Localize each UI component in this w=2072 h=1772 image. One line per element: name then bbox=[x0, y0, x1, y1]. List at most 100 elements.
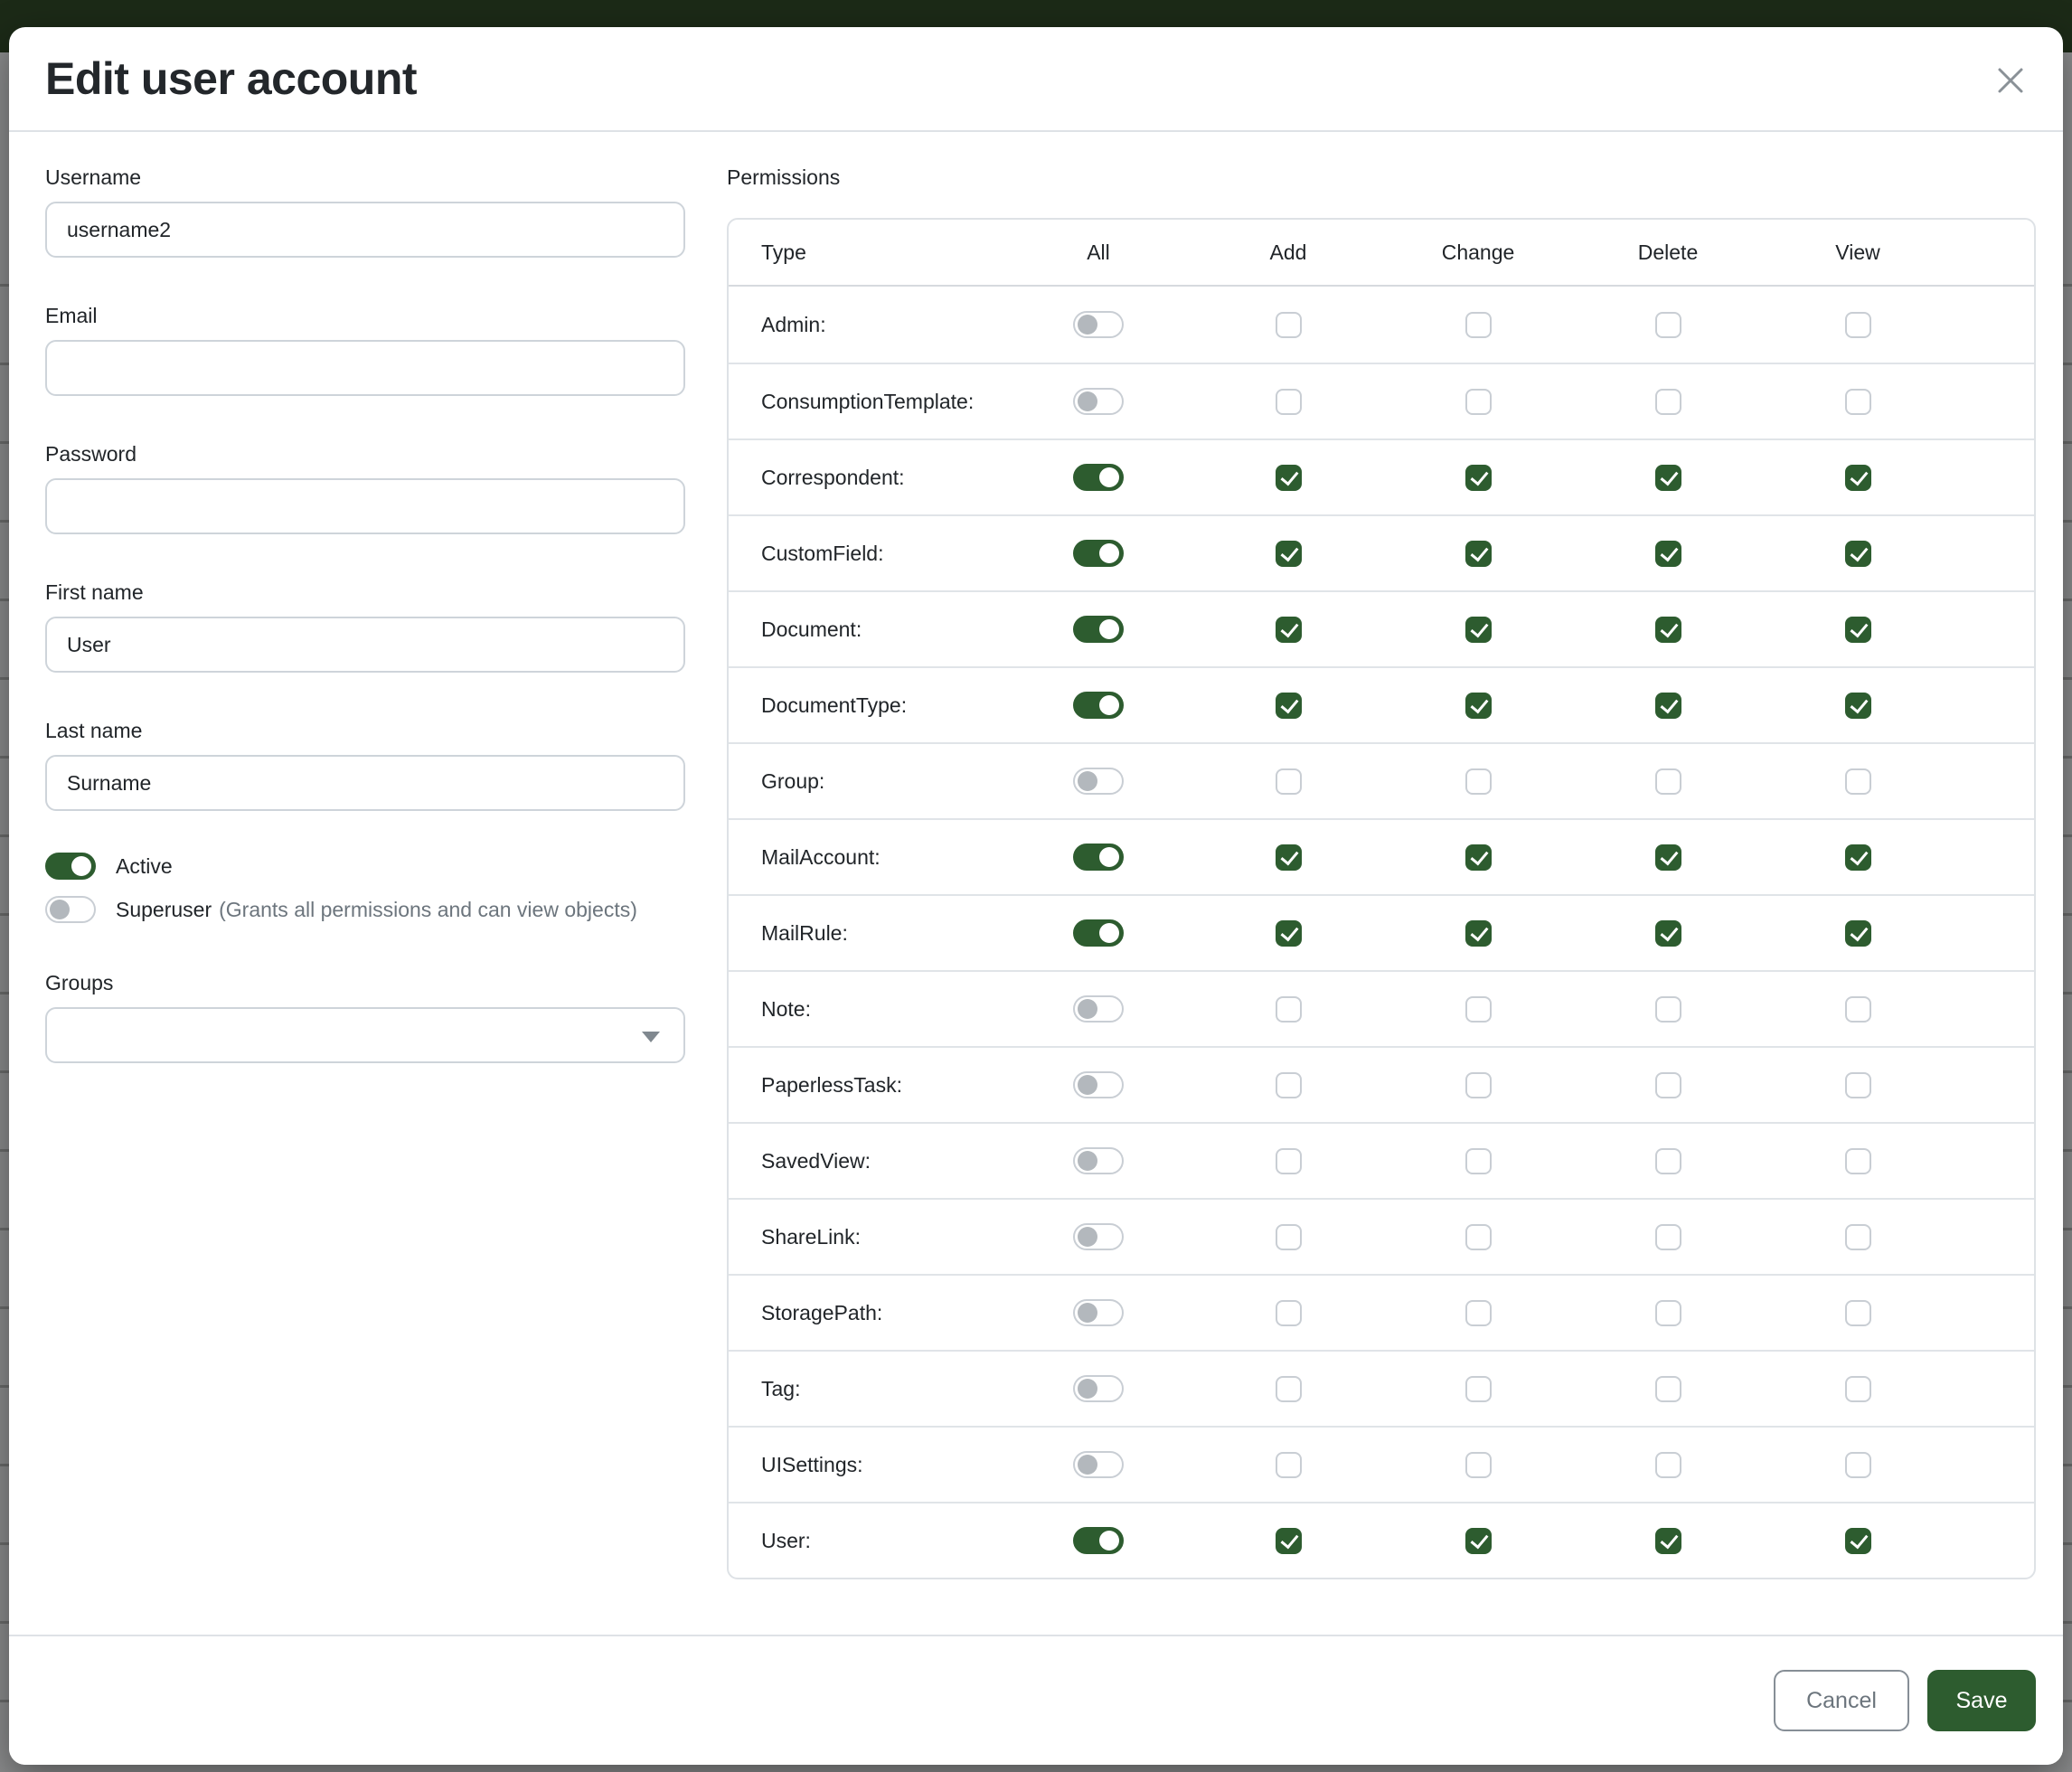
perm-delete-checkbox[interactable] bbox=[1655, 312, 1681, 338]
perm-add-checkbox[interactable] bbox=[1276, 1148, 1302, 1174]
perm-change-checkbox[interactable] bbox=[1465, 1224, 1492, 1250]
perm-change-checkbox[interactable] bbox=[1465, 1148, 1492, 1174]
perm-change-checkbox[interactable] bbox=[1465, 541, 1492, 567]
perm-view-checkbox[interactable] bbox=[1845, 541, 1871, 567]
perm-delete-checkbox[interactable] bbox=[1655, 465, 1681, 491]
perm-add-checkbox[interactable] bbox=[1276, 1528, 1302, 1554]
perm-view-checkbox[interactable] bbox=[1845, 1300, 1871, 1326]
perm-add-checkbox[interactable] bbox=[1276, 1376, 1302, 1402]
perm-view-checkbox[interactable] bbox=[1845, 844, 1871, 871]
perm-add-checkbox[interactable] bbox=[1276, 768, 1302, 795]
perm-change-checkbox[interactable] bbox=[1465, 389, 1492, 415]
superuser-toggle[interactable] bbox=[45, 896, 96, 923]
perm-add-checkbox[interactable] bbox=[1276, 312, 1302, 338]
password-input[interactable] bbox=[45, 478, 685, 534]
toggle-knob bbox=[1099, 1531, 1119, 1550]
perm-all-switch[interactable] bbox=[1073, 1375, 1124, 1402]
perm-change-checkbox[interactable] bbox=[1465, 693, 1492, 719]
perm-all-switch[interactable] bbox=[1073, 1451, 1124, 1478]
perm-delete-checkbox[interactable] bbox=[1655, 1072, 1681, 1098]
table-row: Group: bbox=[729, 742, 2034, 818]
perm-delete-checkbox[interactable] bbox=[1655, 1148, 1681, 1174]
perm-view-checkbox[interactable] bbox=[1845, 920, 1871, 947]
perm-all-switch[interactable] bbox=[1073, 1071, 1124, 1098]
perm-change-checkbox[interactable] bbox=[1465, 617, 1492, 643]
perm-delete-checkbox[interactable] bbox=[1655, 1452, 1681, 1478]
groups-select[interactable] bbox=[45, 1007, 685, 1063]
perm-change-checkbox[interactable] bbox=[1465, 1300, 1492, 1326]
last-name-input[interactable] bbox=[45, 755, 685, 811]
perm-all-switch[interactable] bbox=[1073, 540, 1124, 567]
perm-delete-checkbox[interactable] bbox=[1655, 920, 1681, 947]
perm-add-checkbox[interactable] bbox=[1276, 693, 1302, 719]
perm-all-switch[interactable] bbox=[1073, 844, 1124, 871]
email-input[interactable] bbox=[45, 340, 685, 396]
active-toggle[interactable] bbox=[45, 853, 96, 880]
perm-all-switch[interactable] bbox=[1073, 1299, 1124, 1326]
username-input[interactable] bbox=[45, 202, 685, 258]
perm-add-checkbox[interactable] bbox=[1276, 617, 1302, 643]
perm-view-checkbox[interactable] bbox=[1845, 1072, 1871, 1098]
perm-add-checkbox[interactable] bbox=[1276, 920, 1302, 947]
perm-all-switch[interactable] bbox=[1073, 1223, 1124, 1250]
perm-view-checkbox[interactable] bbox=[1845, 617, 1871, 643]
perm-all-switch[interactable] bbox=[1073, 995, 1124, 1023]
close-button[interactable] bbox=[1987, 58, 2034, 105]
perm-delete-checkbox[interactable] bbox=[1655, 1376, 1681, 1402]
perm-change-checkbox[interactable] bbox=[1465, 1452, 1492, 1478]
first-name-input[interactable] bbox=[45, 617, 685, 673]
perm-change-checkbox[interactable] bbox=[1465, 920, 1492, 947]
perm-change-checkbox[interactable] bbox=[1465, 1072, 1492, 1098]
perm-all-switch[interactable] bbox=[1073, 1147, 1124, 1174]
perm-change-checkbox[interactable] bbox=[1465, 1376, 1492, 1402]
perm-delete-checkbox[interactable] bbox=[1655, 1300, 1681, 1326]
perm-change-checkbox[interactable] bbox=[1465, 1528, 1492, 1554]
perm-view-checkbox[interactable] bbox=[1845, 1528, 1871, 1554]
perm-delete-checkbox[interactable] bbox=[1655, 389, 1681, 415]
perm-change-checkbox[interactable] bbox=[1465, 768, 1492, 795]
perm-view-checkbox[interactable] bbox=[1845, 1376, 1871, 1402]
perm-delete-checkbox[interactable] bbox=[1655, 1224, 1681, 1250]
perm-all-switch[interactable] bbox=[1073, 768, 1124, 795]
perm-view-checkbox[interactable] bbox=[1845, 996, 1871, 1023]
perm-add-checkbox[interactable] bbox=[1276, 541, 1302, 567]
perm-delete-checkbox[interactable] bbox=[1655, 768, 1681, 795]
perm-add-checkbox[interactable] bbox=[1276, 389, 1302, 415]
perm-all-switch[interactable] bbox=[1073, 692, 1124, 719]
perm-add-checkbox[interactable] bbox=[1276, 1300, 1302, 1326]
perm-view-checkbox[interactable] bbox=[1845, 1148, 1871, 1174]
perm-view-checkbox[interactable] bbox=[1845, 1452, 1871, 1478]
perm-view-checkbox[interactable] bbox=[1845, 465, 1871, 491]
perm-add-checkbox[interactable] bbox=[1276, 1452, 1302, 1478]
perm-view-checkbox[interactable] bbox=[1845, 312, 1871, 338]
cancel-button[interactable]: Cancel bbox=[1774, 1670, 1909, 1731]
perm-view-checkbox[interactable] bbox=[1845, 1224, 1871, 1250]
perm-view-checkbox[interactable] bbox=[1845, 693, 1871, 719]
perm-change-checkbox[interactable] bbox=[1465, 465, 1492, 491]
perm-add-checkbox[interactable] bbox=[1276, 1072, 1302, 1098]
perm-delete-checkbox[interactable] bbox=[1655, 617, 1681, 643]
perm-add-checkbox[interactable] bbox=[1276, 844, 1302, 871]
perm-change-checkbox[interactable] bbox=[1465, 844, 1492, 871]
perm-delete-checkbox[interactable] bbox=[1655, 996, 1681, 1023]
first-name-label: First name bbox=[45, 578, 685, 608]
perm-change-checkbox[interactable] bbox=[1465, 312, 1492, 338]
perm-view-checkbox[interactable] bbox=[1845, 389, 1871, 415]
perm-all-switch[interactable] bbox=[1073, 311, 1124, 338]
perm-all-switch[interactable] bbox=[1073, 616, 1124, 643]
user-form: Username Email Password First name Last … bbox=[45, 132, 685, 1579]
perm-add-checkbox[interactable] bbox=[1276, 1224, 1302, 1250]
perm-all-switch[interactable] bbox=[1073, 464, 1124, 491]
perm-all-switch[interactable] bbox=[1073, 1527, 1124, 1554]
perm-delete-checkbox[interactable] bbox=[1655, 844, 1681, 871]
perm-delete-checkbox[interactable] bbox=[1655, 693, 1681, 719]
perm-delete-checkbox[interactable] bbox=[1655, 1528, 1681, 1554]
perm-delete-checkbox[interactable] bbox=[1655, 541, 1681, 567]
save-button[interactable]: Save bbox=[1927, 1670, 2036, 1731]
perm-add-checkbox[interactable] bbox=[1276, 996, 1302, 1023]
perm-all-switch[interactable] bbox=[1073, 388, 1124, 415]
perm-all-switch[interactable] bbox=[1073, 919, 1124, 947]
perm-change-checkbox[interactable] bbox=[1465, 996, 1492, 1023]
perm-add-checkbox[interactable] bbox=[1276, 465, 1302, 491]
perm-view-checkbox[interactable] bbox=[1845, 768, 1871, 795]
